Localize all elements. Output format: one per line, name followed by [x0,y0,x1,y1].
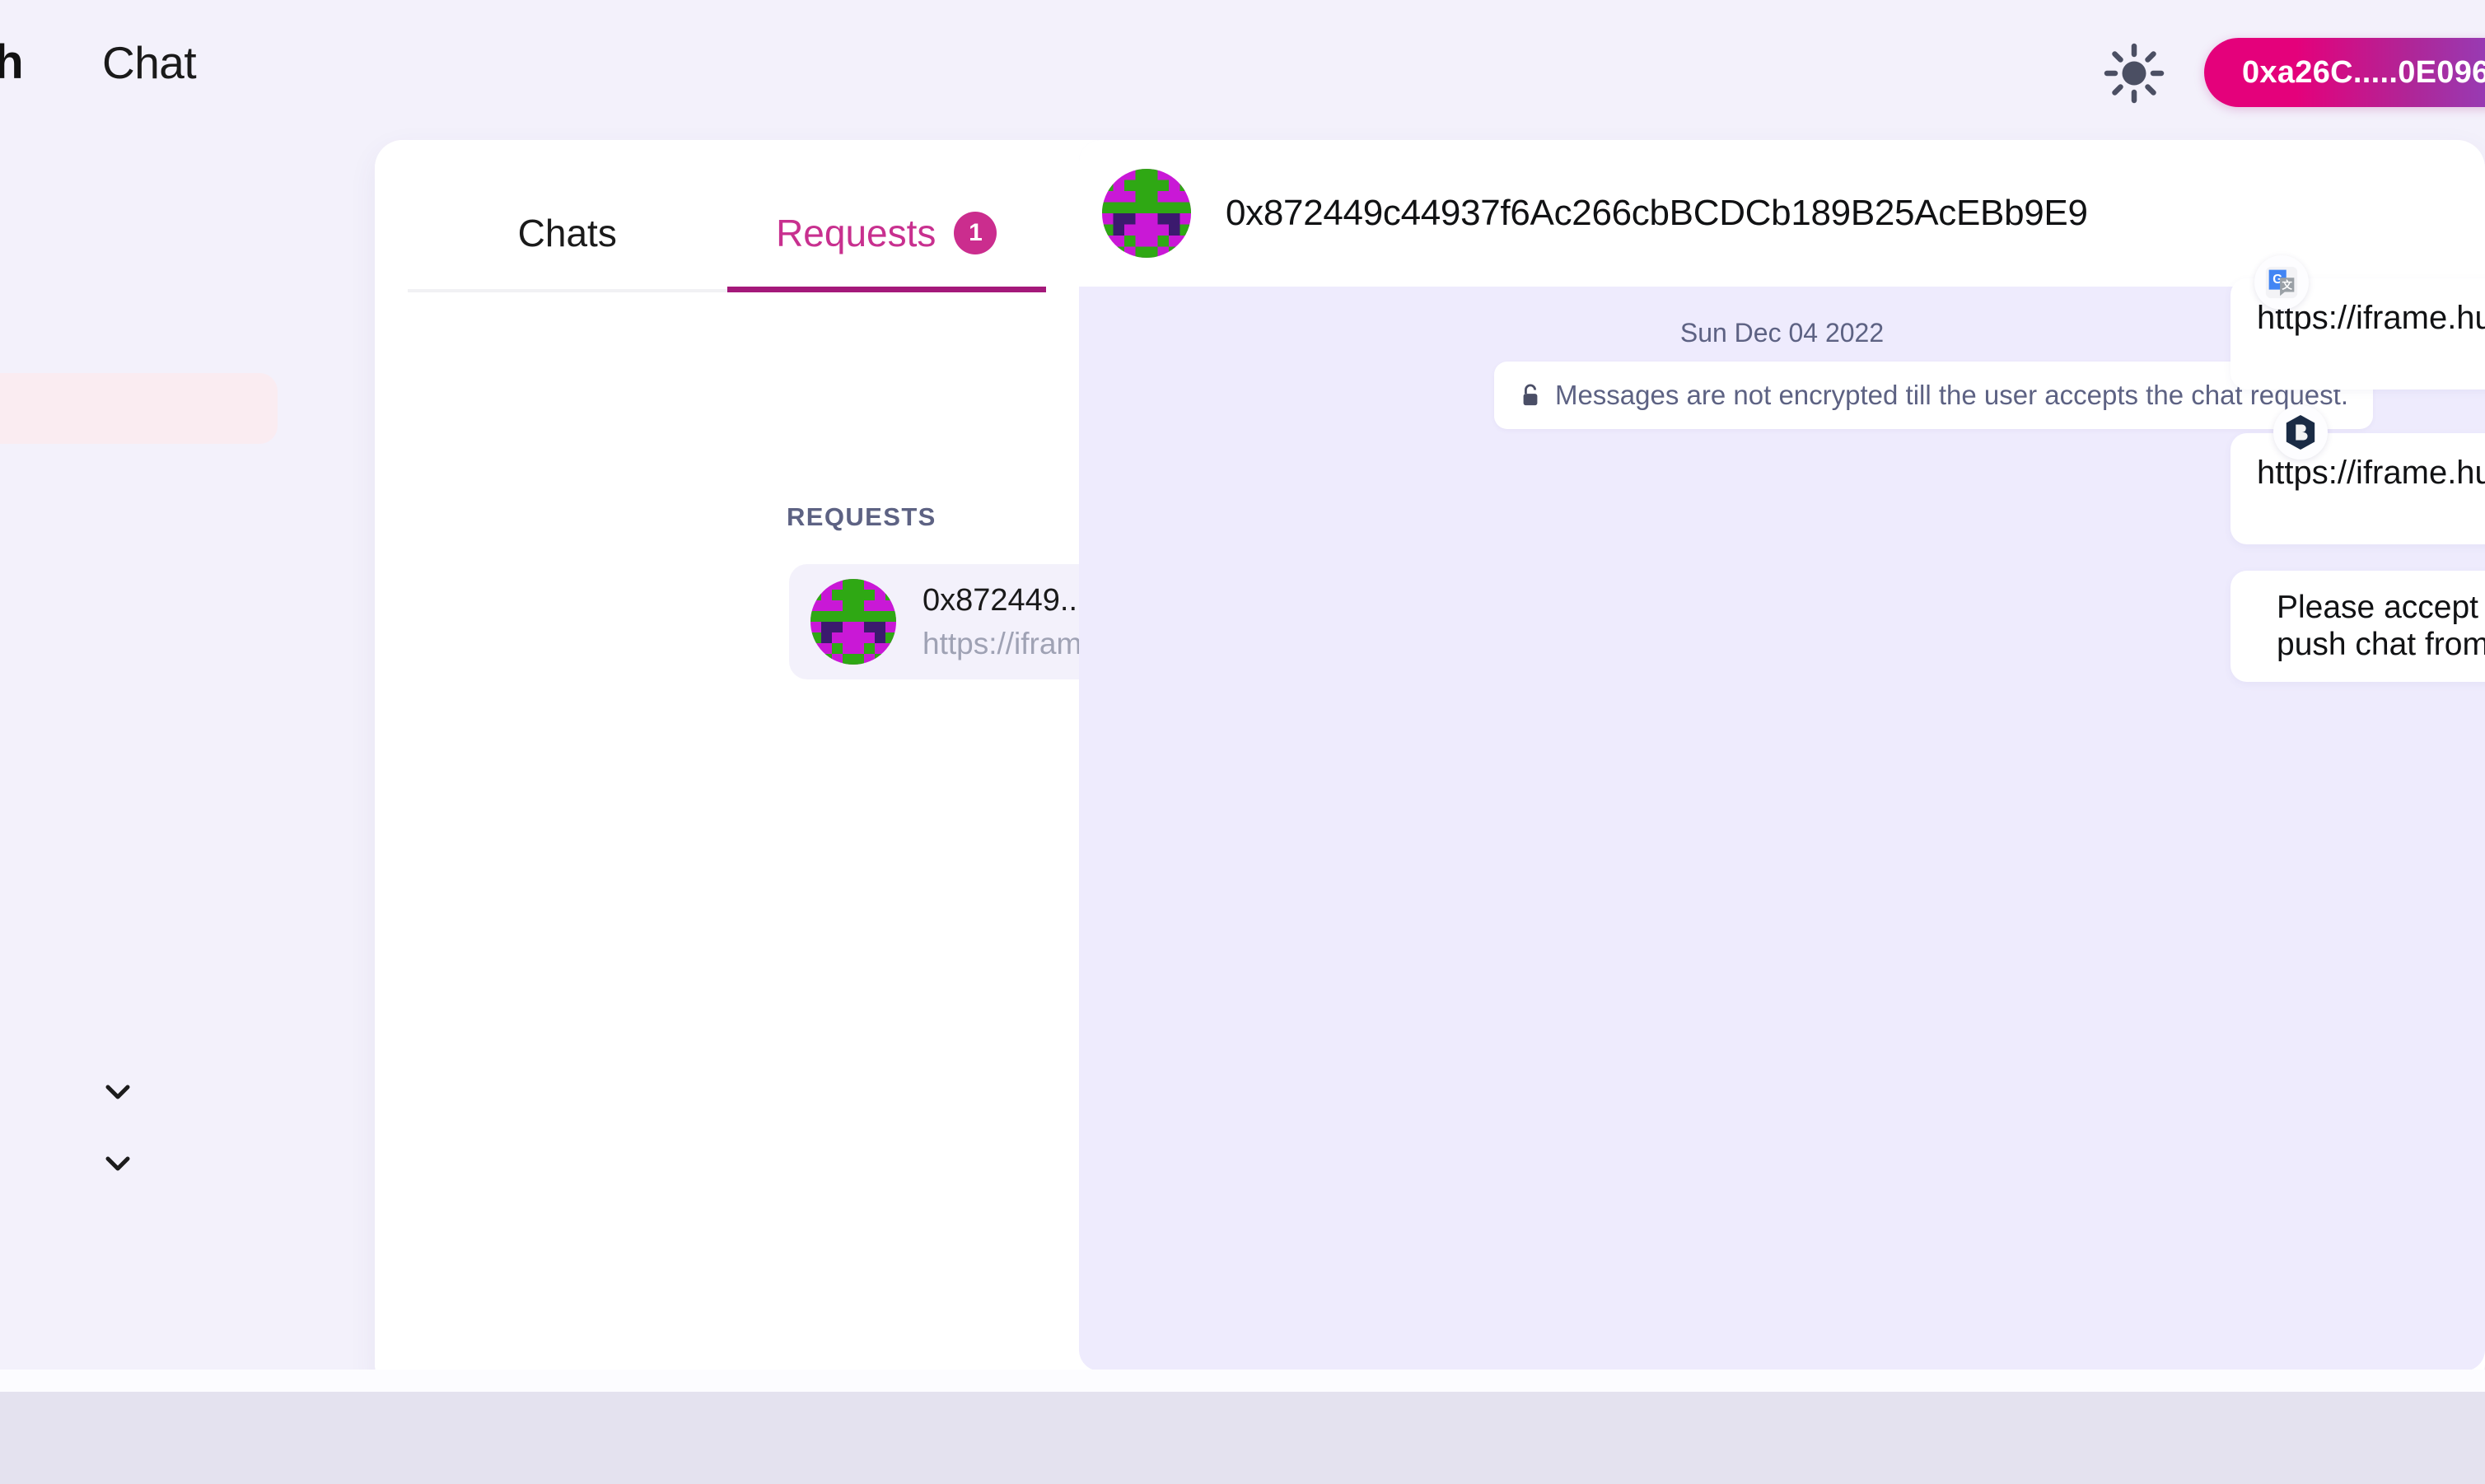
sidebar-item-more[interactable] [0,1131,284,1202]
chevron-down-icon[interactable] [104,1149,132,1184]
wallet-address-label: 0xa26C.....0E0967 [2242,54,2485,90]
sidebar-item-receivers[interactable]: es [0,505,284,576]
chevron-down-icon[interactable] [104,1077,132,1113]
chat-thread-pane: 0x872449c44937f6Ac266cbBCDCb189B25AcEBb9… [1079,140,2485,1371]
sun-icon[interactable] [2102,41,2166,105]
app-root: sh Chat 0xa26C.....0E0967 [0,0,2485,1484]
tab-label: Requests [776,211,937,254]
message-bubble[interactable]: https://iframe.huddle01.com/luka 6:58AM [2230,433,2485,544]
tab-requests[interactable]: Requests 1 [726,173,1047,292]
tab-bar: Chats Requests 1 [408,173,1046,292]
sidebar-item-initiatives[interactable]: tives [0,1059,284,1130]
avatar [810,579,896,665]
chat-card: Chats Requests 1 REQUESTS 0x872449...cEB… [375,140,2485,1392]
conversation-list-pane: Chats Requests 1 REQUESTS 0x872449...cEB… [375,140,1408,1392]
message-time: 6:58AM [2257,347,2485,375]
accept-request-line2: push chat from this wallet [2277,626,2485,662]
sidebar-item-governance[interactable]: nance [0,997,284,1068]
svg-text:文: 文 [2282,279,2292,292]
accept-request-text: Please accept to enable push chat from t… [2277,590,2485,664]
message-time: 6:58AM [2257,502,2485,530]
top-bar: sh Chat 0xa26C.....0E0967 [0,0,2485,134]
avatar [1102,169,1191,258]
encryption-notice-text: Messages are not encrypted till the user… [1554,380,2348,410]
tab-label: Chats [517,211,617,254]
chat-peer-address: 0x872449c44937f6Ac266cbBCDCb189B25AcEBb9… [1226,193,2088,233]
sidebar-item-notifications[interactable]: Notifications [0,789,284,860]
message-text: https://iframe.huddle01.com/luka [2257,455,2485,491]
page-footer-white [0,1370,2485,1392]
page-footer-strip [0,1392,2485,1484]
wallet-address-button[interactable]: 0xa26C.....0E0967 [2204,38,2485,107]
chat-message-area: Sun Dec 04 2022 Messages are not encrypt… [1079,255,2485,1371]
google-translate-icon[interactable]: G 文 [2254,255,2309,310]
brand-logo-text: sh [0,35,24,89]
page-title: Chat [102,37,197,88]
accept-request-line1: Please accept to enable [2277,589,2485,625]
sidebar: nels es Notifications ve Notifications n… [0,134,284,1402]
unlock-icon [1519,382,1542,408]
sidebar-item-channels[interactable]: nels [0,291,284,362]
sidebar-item-receive-notifications[interactable]: ve Notifications [0,935,284,1006]
tab-chats[interactable]: Chats [408,173,727,292]
requests-section-label: REQUESTS [787,502,937,531]
requests-count-badge: 1 [954,211,997,254]
sidebar-item-chat-active[interactable] [0,373,278,444]
accept-request-bubble: Please accept to enable push chat from t… [2230,571,2485,682]
push-hexagon-icon[interactable] [2273,405,2328,460]
sidebar-item-unknown[interactable] [0,649,284,720]
